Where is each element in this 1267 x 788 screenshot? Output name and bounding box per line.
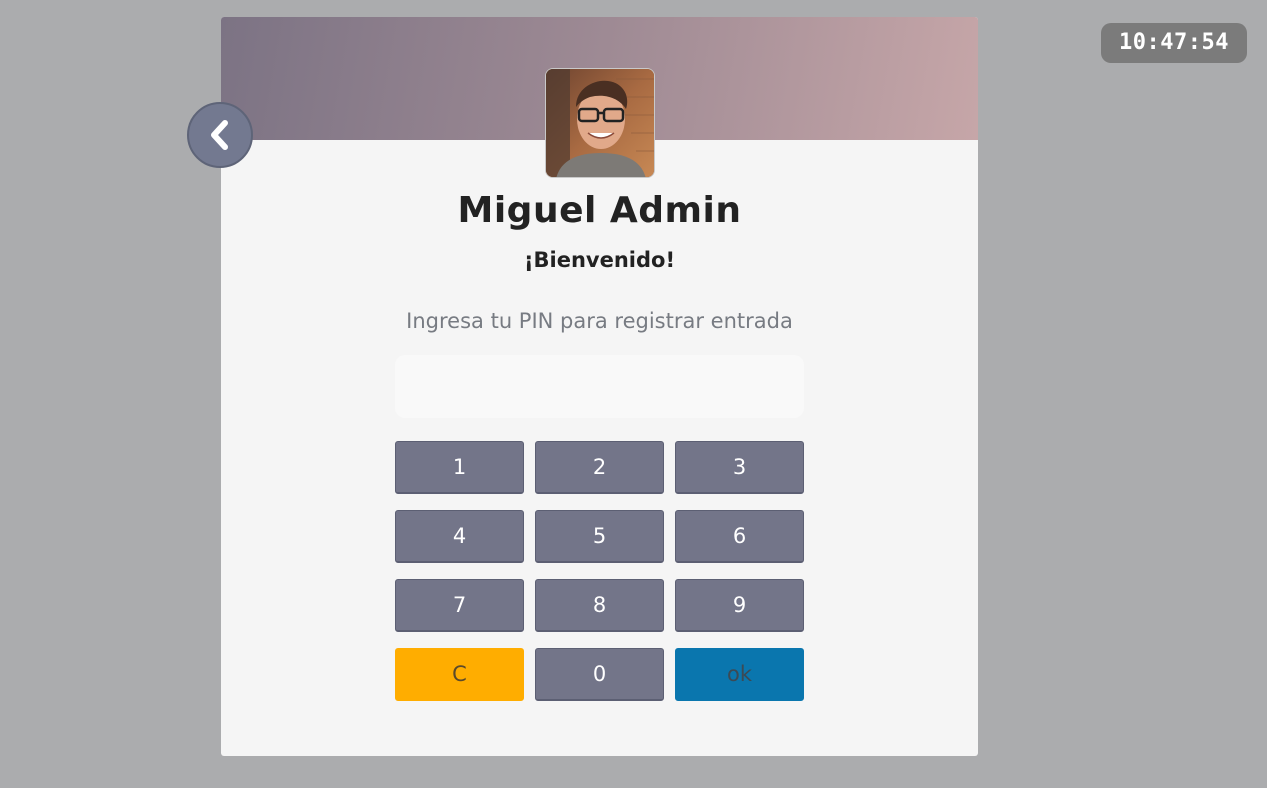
key-1[interactable]: 1 <box>395 441 524 494</box>
keypad: 1 2 3 4 5 6 7 8 9 C 0 ok <box>395 441 804 701</box>
key-9[interactable]: 9 <box>675 579 804 632</box>
key-7[interactable]: 7 <box>395 579 524 632</box>
pin-input[interactable] <box>395 355 804 418</box>
key-0[interactable]: 0 <box>535 648 664 701</box>
ok-button[interactable]: ok <box>675 648 804 701</box>
key-8[interactable]: 8 <box>535 579 664 632</box>
pin-instruction: Ingresa tu PIN para registrar entrada <box>406 309 793 333</box>
user-name: Miguel Admin <box>457 190 742 231</box>
avatar-photo <box>546 69 654 177</box>
chevron-left-icon <box>211 120 228 150</box>
clear-button[interactable]: C <box>395 648 524 701</box>
key-5[interactable]: 5 <box>535 510 664 563</box>
pin-login-card: Miguel Admin ¡Bienvenido! Ingresa tu PIN… <box>187 17 978 756</box>
back-button[interactable] <box>187 102 253 168</box>
key-2[interactable]: 2 <box>535 441 664 494</box>
welcome-message: ¡Bienvenido! <box>523 248 676 272</box>
avatar <box>545 68 655 178</box>
clock: 10:47:54 <box>1101 23 1247 63</box>
key-4[interactable]: 4 <box>395 510 524 563</box>
key-6[interactable]: 6 <box>675 510 804 563</box>
key-3[interactable]: 3 <box>675 441 804 494</box>
